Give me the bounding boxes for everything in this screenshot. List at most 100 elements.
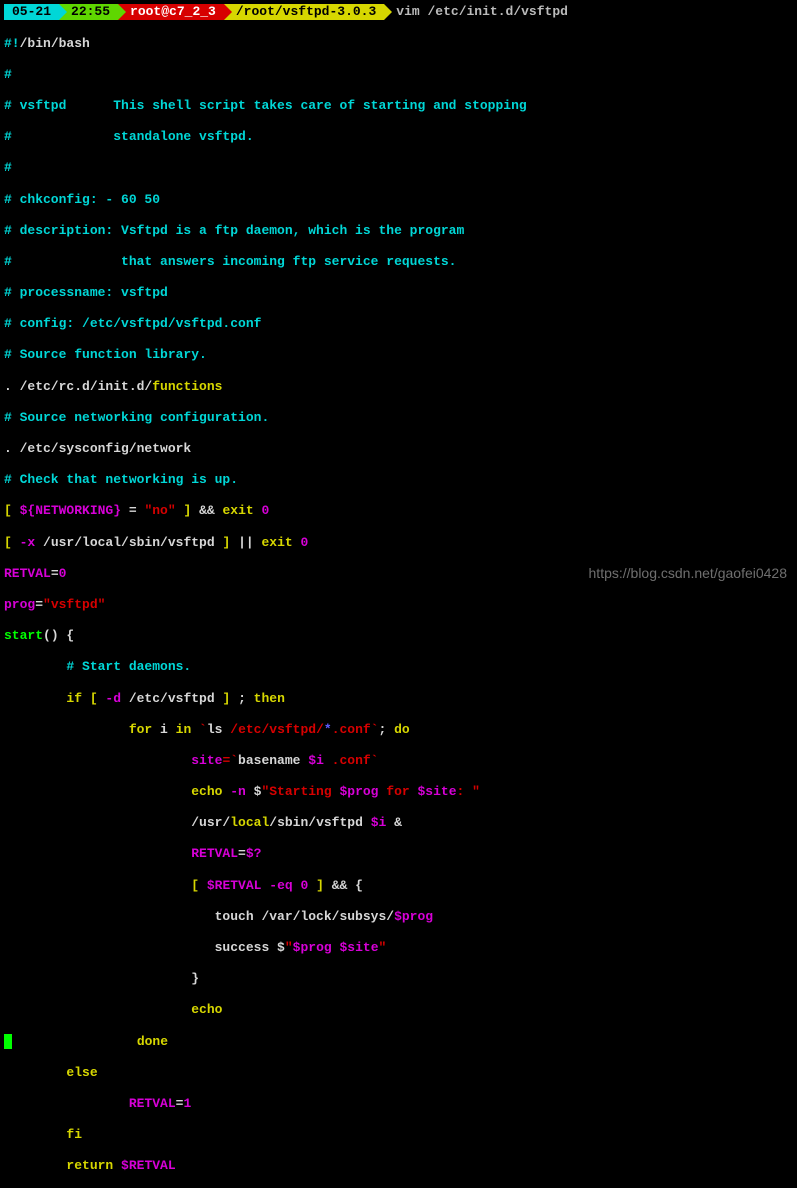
cmd: success $ bbox=[4, 940, 285, 955]
keyword: local bbox=[230, 815, 269, 830]
comment: # vsftpd This shell script takes care of… bbox=[4, 98, 793, 114]
path: /etc/vsftpd bbox=[121, 691, 222, 706]
comment: # bbox=[4, 67, 793, 83]
variable: $i bbox=[371, 815, 387, 830]
varname: RETVAL bbox=[4, 846, 238, 861]
bracket: [ bbox=[4, 503, 12, 518]
string: for bbox=[378, 784, 417, 799]
variable: $RETVAL bbox=[113, 1158, 175, 1173]
bracket: ] bbox=[308, 878, 324, 893]
string bbox=[332, 940, 340, 955]
comment: # chkconfig: - 60 50 bbox=[4, 192, 793, 208]
arg: .conf` bbox=[324, 753, 379, 768]
variable: $site bbox=[418, 784, 457, 799]
varname: prog bbox=[4, 597, 35, 612]
source-cmd: . /etc/sysconfig/network bbox=[4, 441, 793, 457]
comment: # Check that networking is up. bbox=[4, 472, 793, 488]
string: "no" bbox=[144, 503, 175, 518]
variable: $site bbox=[340, 940, 379, 955]
comment: # config: /etc/vsftpd/vsftpd.conf bbox=[4, 316, 793, 332]
keyword: then bbox=[254, 691, 285, 706]
brace: { bbox=[59, 628, 75, 643]
comment: # that answers incoming ftp service requ… bbox=[4, 254, 793, 270]
comment: # Start daemons. bbox=[4, 659, 793, 675]
comment: # processname: vsftpd bbox=[4, 285, 793, 301]
op: = bbox=[51, 566, 59, 581]
op: ; bbox=[379, 722, 395, 737]
number: 0 bbox=[293, 535, 309, 550]
path: /usr/ bbox=[4, 815, 230, 830]
prompt-cwd: /root/vsftpd-3.0.3 bbox=[224, 4, 384, 20]
variable: $prog bbox=[394, 909, 433, 924]
variable: $prog bbox=[339, 784, 378, 799]
number: 0 bbox=[293, 878, 309, 893]
comment: # bbox=[4, 160, 793, 176]
comment: # standalone vsftpd. bbox=[4, 129, 793, 145]
comment: # Source function library. bbox=[4, 347, 793, 363]
op: = bbox=[35, 597, 43, 612]
number: 0 bbox=[254, 503, 270, 518]
keyword: done bbox=[137, 1034, 168, 1049]
keyword: functions bbox=[152, 379, 222, 394]
cmd: basename bbox=[238, 753, 300, 768]
op: = bbox=[121, 503, 144, 518]
funcname: start bbox=[4, 628, 43, 643]
op: && bbox=[191, 503, 222, 518]
op: $ bbox=[246, 784, 262, 799]
keyword: fi bbox=[66, 1127, 82, 1142]
bracket: [ bbox=[82, 691, 98, 706]
comment: # Source networking configuration. bbox=[4, 410, 793, 426]
indent bbox=[4, 1065, 66, 1080]
watermark: https://blog.csdn.net/gaofei0428 bbox=[589, 565, 787, 582]
special: $? bbox=[246, 846, 262, 861]
variable: $RETVAL bbox=[199, 878, 261, 893]
string: : " bbox=[457, 784, 480, 799]
op: = bbox=[238, 846, 246, 861]
variable: $prog bbox=[293, 940, 332, 955]
flag: -x bbox=[12, 535, 35, 550]
op: ; bbox=[230, 691, 253, 706]
string: " bbox=[379, 940, 387, 955]
vim-editor-content[interactable]: #!/bin/bash # # vsftpd This shell script… bbox=[4, 20, 793, 1188]
keyword: else bbox=[66, 1065, 97, 1080]
variable: ${NETWORKING} bbox=[12, 503, 121, 518]
prompt-command[interactable]: vim /etc/init.d/vsftpd bbox=[396, 4, 568, 20]
op: || bbox=[230, 535, 261, 550]
prompt-userhost: root@c7_2_3 bbox=[118, 4, 224, 20]
prompt-time: 22:55 bbox=[59, 4, 118, 20]
bracket: ] bbox=[222, 691, 230, 706]
bracket: ] bbox=[176, 503, 192, 518]
vim-cursor bbox=[4, 1034, 12, 1049]
indent bbox=[4, 1127, 66, 1142]
keyword: if bbox=[4, 691, 82, 706]
path: /usr/local/sbin/vsftpd bbox=[35, 535, 222, 550]
keyword: return bbox=[66, 1158, 113, 1173]
op: && { bbox=[324, 878, 363, 893]
path: /etc/vsftpd/ bbox=[222, 722, 323, 737]
path: .conf` bbox=[332, 722, 379, 737]
varname: RETVAL bbox=[4, 1096, 176, 1111]
backtick: ` bbox=[191, 722, 207, 737]
bracket: [ bbox=[4, 535, 12, 550]
op: =` bbox=[222, 753, 238, 768]
shebang-path: /bin/bash bbox=[20, 36, 90, 51]
flag: -d bbox=[98, 691, 121, 706]
flag: -n bbox=[222, 784, 245, 799]
glob: * bbox=[324, 722, 332, 737]
indent bbox=[12, 1034, 137, 1049]
variable: $i bbox=[300, 753, 323, 768]
string: "vsftpd" bbox=[43, 597, 105, 612]
varname: i bbox=[152, 722, 175, 737]
number: 1 bbox=[183, 1096, 191, 1111]
prompt-date: 05-21 bbox=[4, 4, 59, 20]
source-cmd: . /etc/rc.d/init.d/ bbox=[4, 379, 152, 394]
varname: site bbox=[4, 753, 222, 768]
cmd: touch /var/lock/subsys/ bbox=[4, 909, 394, 924]
brace: } bbox=[4, 971, 793, 987]
number: 0 bbox=[59, 566, 67, 581]
shebang-hash: #! bbox=[4, 36, 20, 51]
flag: -eq bbox=[261, 878, 292, 893]
keyword: echo bbox=[4, 784, 222, 799]
bracket: [ bbox=[4, 878, 199, 893]
keyword: echo bbox=[191, 1002, 222, 1017]
